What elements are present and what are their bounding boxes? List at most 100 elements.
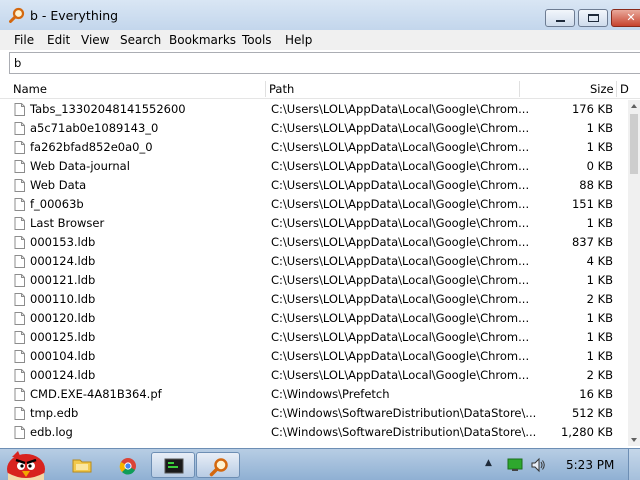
file-path: C:\Users\LOL\AppData\Local\Google\Chrom.… <box>271 273 530 287</box>
minimize-button[interactable] <box>545 9 575 27</box>
scrollbar-track <box>630 104 638 442</box>
taskbar-explorer-button[interactable] <box>60 452 104 478</box>
file-row[interactable]: 000153.ldb C:\Users\LOL\AppData\Local\Goo… <box>0 233 628 252</box>
file-row[interactable]: 000125.ldb C:\Users\LOL\AppData\Local\Goo… <box>0 328 628 347</box>
magnifier-app-icon <box>9 7 25 23</box>
file-row[interactable]: Web Data-journal C:\Users\LOL\AppData\Loc… <box>0 157 628 176</box>
column-header: Name Path Size D <box>0 79 640 99</box>
file-path: C:\Users\LOL\AppData\Local\Google\Chrom.… <box>271 140 530 154</box>
file-name: Web Data-journal <box>30 159 130 173</box>
scroll-up-arrow-icon <box>631 104 637 108</box>
file-size: 4 KB <box>586 254 613 268</box>
file-path: C:\Users\LOL\AppData\Local\Google\Chrom.… <box>271 254 530 268</box>
menu-tools[interactable]: Tools <box>242 33 272 47</box>
file-icon <box>14 236 25 249</box>
file-icon <box>14 141 25 154</box>
terminal-icon <box>164 458 184 474</box>
file-row[interactable]: 000124.ldb C:\Users\LOL\AppData\Local\Goo… <box>0 252 628 271</box>
file-icon <box>14 198 25 211</box>
taskbar-chrome-button[interactable] <box>106 452 150 478</box>
file-row[interactable]: fa262bfad852e0a0_0 C:\Users\LOL\AppData\L… <box>0 138 628 157</box>
file-row[interactable]: f_00063b C:\Users\LOL\AppData\Local\Googl… <box>0 195 628 214</box>
column-separator[interactable] <box>616 81 617 97</box>
file-icon <box>14 407 25 420</box>
magnifier-icon <box>209 458 228 477</box>
file-name: 000110.ldb <box>30 292 96 306</box>
show-hidden-icons-arrow-icon[interactable]: ▲ <box>485 458 492 468</box>
file-name: CMD.EXE-4A81B364.pf <box>30 387 162 401</box>
file-name: Web Data <box>30 178 87 192</box>
file-path: C:\Windows\SoftwareDistribution\DataStor… <box>271 425 537 439</box>
file-size: 151 KB <box>571 197 613 211</box>
file-row[interactable]: tmp.edb C:\Windows\SoftwareDistribution\D… <box>0 404 628 423</box>
file-row[interactable]: CMD.EXE-4A81B364.pf C:\Windows\Prefetch 16… <box>0 385 628 404</box>
column-path-header[interactable]: Path <box>269 79 294 99</box>
maximize-icon <box>588 14 599 22</box>
taskbar-terminal-button[interactable] <box>151 452 195 478</box>
file-name: tmp.edb <box>30 406 79 420</box>
file-row[interactable]: 000110.ldb C:\Users\LOL\AppData\Local\Goo… <box>0 290 628 309</box>
file-path: C:\Users\LOL\AppData\Local\Google\Chrom.… <box>271 311 530 325</box>
file-name: f_00063b <box>30 197 84 211</box>
system-clock[interactable]: 5:23 PM <box>566 458 614 472</box>
file-row[interactable]: Tabs_13302048141552600 C:\Users\LOL\AppDa… <box>0 100 628 119</box>
network-icon[interactable] <box>507 457 523 473</box>
file-size: 1 KB <box>586 330 613 344</box>
menu-search[interactable]: Search <box>120 33 161 47</box>
file-path: C:\Users\LOL\AppData\Local\Google\Chrom.… <box>271 121 530 135</box>
file-icon <box>14 350 25 363</box>
start-button-angry-bird-icon[interactable] <box>2 449 48 480</box>
file-path: C:\Users\LOL\AppData\Local\Google\Chrom.… <box>271 178 530 192</box>
search-input[interactable] <box>10 53 640 73</box>
menu-edit[interactable]: Edit <box>47 33 70 47</box>
file-icon <box>14 331 25 344</box>
file-size: 176 KB <box>571 102 613 116</box>
file-path: C:\Windows\Prefetch <box>271 387 390 401</box>
file-path: C:\Users\LOL\AppData\Local\Google\Chrom.… <box>271 102 530 116</box>
file-icon <box>14 369 25 382</box>
chrome-icon <box>119 458 136 475</box>
file-row[interactable]: 000104.ldb C:\Users\LOL\AppData\Local\Goo… <box>0 347 628 366</box>
show-desktop-button[interactable] <box>628 449 640 480</box>
maximize-button[interactable] <box>578 9 608 27</box>
file-name: 000124.ldb <box>30 368 96 382</box>
file-row[interactable]: edb.log C:\Windows\SoftwareDistribution\D… <box>0 423 628 442</box>
volume-icon[interactable] <box>530 457 546 473</box>
file-icon <box>14 103 25 116</box>
menu-file[interactable]: File <box>14 33 34 47</box>
file-size: 1 KB <box>586 273 613 287</box>
file-path: C:\Users\LOL\AppData\Local\Google\Chrom.… <box>271 197 530 211</box>
file-row[interactable]: 000121.ldb C:\Users\LOL\AppData\Local\Goo… <box>0 271 628 290</box>
file-row[interactable]: Last Browser C:\Users\LOL\AppData\Local\G… <box>0 214 628 233</box>
file-icon <box>14 388 25 401</box>
vertical-scrollbar[interactable] <box>628 100 640 446</box>
title-bar[interactable]: b - Everything ✕ <box>0 0 640 30</box>
file-row[interactable]: a5c71ab0e1089143_0 C:\Users\LOL\AppData\L… <box>0 119 628 138</box>
column-separator[interactable] <box>265 81 266 97</box>
column-name-header[interactable]: Name <box>13 79 47 99</box>
menu-bookmarks[interactable]: Bookmarks <box>169 33 236 47</box>
file-icon <box>14 274 25 287</box>
menu-bar: File Edit View Search Bookmarks Tools He… <box>0 30 640 50</box>
file-row[interactable]: 000124.ldb C:\Users\LOL\AppData\Local\Goo… <box>0 366 628 385</box>
column-date-header[interactable]: D <box>620 79 629 99</box>
column-size-header[interactable]: Size <box>590 79 614 99</box>
menu-help[interactable]: Help <box>285 33 312 47</box>
file-name: Tabs_13302048141552600 <box>30 102 186 116</box>
file-name: 000124.ldb <box>30 254 96 268</box>
folder-icon <box>72 459 92 473</box>
file-row[interactable]: Web Data C:\Users\LOL\AppData\Local\Googl… <box>0 176 628 195</box>
file-path: C:\Users\LOL\AppData\Local\Google\Chrom.… <box>271 159 530 173</box>
column-separator[interactable] <box>519 81 520 97</box>
scroll-thumb <box>630 114 638 174</box>
file-icon <box>14 160 25 173</box>
taskbar-everything-button[interactable] <box>196 452 240 478</box>
file-path: C:\Users\LOL\AppData\Local\Google\Chrom.… <box>271 349 530 363</box>
file-path: C:\Users\LOL\AppData\Local\Google\Chrom.… <box>271 216 530 230</box>
menu-view[interactable]: View <box>81 33 109 47</box>
file-row[interactable]: 000120.ldb C:\Users\LOL\AppData\Local\Goo… <box>0 309 628 328</box>
close-button[interactable]: ✕ <box>611 9 640 27</box>
search-box[interactable] <box>9 52 640 74</box>
file-icon <box>14 312 25 325</box>
file-name: edb.log <box>30 425 73 439</box>
